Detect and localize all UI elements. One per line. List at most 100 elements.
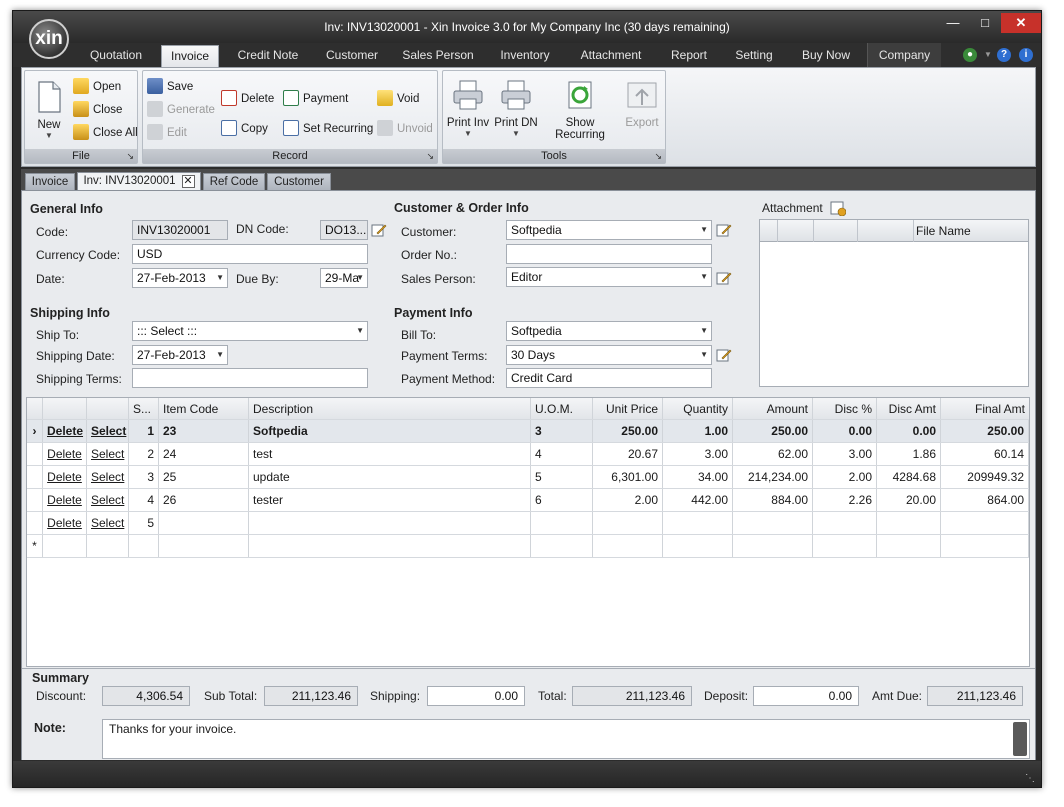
cell-disc-amt[interactable] xyxy=(877,535,941,557)
cell-seq[interactable]: 2 xyxy=(129,443,159,465)
table-row[interactable]: Delete Select 4 26 tester 6 2.00 442.00 884.00 2.… xyxy=(27,489,1029,512)
select-item-link[interactable]: Select xyxy=(87,466,129,488)
generate-button[interactable]: Generate xyxy=(147,100,215,120)
grid-header-quantity[interactable]: Quantity xyxy=(663,398,733,419)
tab-credit-note[interactable]: Credit Note xyxy=(227,43,309,67)
cell-quantity[interactable]: 3.00 xyxy=(663,443,733,465)
total-field[interactable]: 211,123.46 xyxy=(572,686,692,706)
globe-icon[interactable]: ● xyxy=(963,48,977,62)
save-button[interactable]: Save xyxy=(147,77,193,97)
delete-row-link-text[interactable]: Delete xyxy=(47,516,82,530)
select-item-link[interactable]: Select xyxy=(87,420,129,442)
cell-uom[interactable]: 4 xyxy=(531,443,593,465)
resize-grip-icon[interactable]: ⋱ xyxy=(1025,773,1035,784)
tab-inventory[interactable]: Inventory xyxy=(487,43,563,67)
delete-row-link[interactable]: Delete xyxy=(43,466,87,488)
cell-amount[interactable]: 62.00 xyxy=(733,443,813,465)
cell-seq[interactable] xyxy=(129,535,159,557)
cell-quantity[interactable]: 34.00 xyxy=(663,466,733,488)
add-attachment-icon[interactable] xyxy=(830,200,846,216)
doctab-customer[interactable]: Customer xyxy=(267,173,331,190)
note-scrollbar[interactable] xyxy=(1013,722,1027,756)
discount-field[interactable]: 4,306.54 xyxy=(102,686,190,706)
grid-header-disc-pct[interactable]: Disc % xyxy=(813,398,877,419)
doctab-inv-current[interactable]: Inv: INV13020001 ✕ xyxy=(77,172,201,190)
cell-uom[interactable] xyxy=(531,535,593,557)
cell-disc-amt[interactable] xyxy=(877,512,941,534)
set-recurring-button[interactable]: Set Recurring xyxy=(283,119,373,139)
table-row[interactable]: Delete Select 2 24 test 4 20.67 3.00 62.00 3.00 1.… xyxy=(27,443,1029,466)
dn-code-field[interactable]: DO13... xyxy=(320,220,368,240)
delete-row-link-text[interactable]: Delete xyxy=(47,470,82,484)
cell-item-code[interactable]: 25 xyxy=(159,466,249,488)
tab-buy-now[interactable]: Buy Now xyxy=(791,43,861,67)
unvoid-button[interactable]: Unvoid xyxy=(377,119,433,139)
cell-unit-price[interactable]: 6,301.00 xyxy=(593,466,663,488)
cell-description[interactable]: test xyxy=(249,443,531,465)
cell-item-code[interactable] xyxy=(159,535,249,557)
cell-disc-pct[interactable]: 2.00 xyxy=(813,466,877,488)
currency-code-field[interactable]: USD xyxy=(132,244,368,264)
edit-pencil-icon[interactable] xyxy=(716,347,732,363)
tab-report[interactable]: Report xyxy=(659,43,719,67)
grid-header-description[interactable]: Description xyxy=(249,398,531,419)
cell-description[interactable]: tester xyxy=(249,489,531,511)
attachment-file-name-header[interactable]: File Name xyxy=(916,224,971,238)
new-row[interactable]: * xyxy=(27,535,1029,558)
cell-amount[interactable] xyxy=(733,535,813,557)
cell-description[interactable] xyxy=(249,512,531,534)
amt-due-field[interactable]: 211,123.46 xyxy=(927,686,1023,706)
grid-header-seq[interactable]: S... xyxy=(129,398,159,419)
select-item-link[interactable]: Select xyxy=(87,489,129,511)
payment-terms-select[interactable]: 30 Days ▼ xyxy=(506,345,712,365)
cell-amount[interactable]: 250.00 xyxy=(733,420,813,442)
delete-row-link[interactable]: Delete xyxy=(43,489,87,511)
cell-quantity[interactable] xyxy=(663,512,733,534)
select-item-link-text[interactable]: Select xyxy=(91,493,124,507)
delete-row-link[interactable]: Delete xyxy=(43,443,87,465)
grid-header-disc-amt[interactable]: Disc Amt xyxy=(877,398,941,419)
cell-disc-amt[interactable]: 1.86 xyxy=(877,443,941,465)
show-recurring-button[interactable]: Show Recurring xyxy=(541,77,619,141)
sales-person-select[interactable]: Editor ▼ xyxy=(506,267,712,287)
payment-method-field[interactable]: Credit Card xyxy=(506,368,712,388)
delete-row-link[interactable]: Delete xyxy=(43,420,87,442)
select-item-link-text[interactable]: Select xyxy=(91,447,124,461)
delete-button[interactable]: Delete xyxy=(221,89,274,109)
order-no-field[interactable] xyxy=(506,244,712,264)
maximize-button[interactable]: □ xyxy=(969,13,1001,33)
grid-header-item-code[interactable]: Item Code xyxy=(159,398,249,419)
tab-attachment[interactable]: Attachment xyxy=(569,43,653,67)
cell-disc-pct[interactable] xyxy=(813,535,877,557)
select-item-link[interactable] xyxy=(87,535,129,557)
delete-row-link-text[interactable]: Delete xyxy=(47,447,82,461)
cell-seq[interactable]: 1 xyxy=(129,420,159,442)
tab-customer[interactable]: Customer xyxy=(313,43,391,67)
cell-final-amt[interactable]: 209949.32 xyxy=(941,466,1029,488)
cell-seq[interactable]: 5 xyxy=(129,512,159,534)
cell-uom[interactable]: 6 xyxy=(531,489,593,511)
close-button[interactable]: Close xyxy=(73,100,122,120)
edit-button[interactable]: Edit xyxy=(147,123,187,143)
cell-item-code[interactable]: 23 xyxy=(159,420,249,442)
dialog-launcher-icon[interactable]: ↘ xyxy=(654,151,662,162)
cell-description[interactable]: Softpedia xyxy=(249,420,531,442)
cell-quantity[interactable] xyxy=(663,535,733,557)
app-logo[interactable]: xin xyxy=(29,19,69,59)
cell-final-amt[interactable] xyxy=(941,535,1029,557)
grid-header-amount[interactable]: Amount xyxy=(733,398,813,419)
date-picker[interactable]: 27-Feb-2013 ▼ xyxy=(132,268,228,288)
select-item-link-text[interactable]: Select xyxy=(91,470,124,484)
cell-item-code[interactable]: 26 xyxy=(159,489,249,511)
cell-uom[interactable]: 3 xyxy=(531,420,593,442)
tab-sales-person[interactable]: Sales Person xyxy=(395,43,481,67)
code-field[interactable]: INV13020001 xyxy=(132,220,228,240)
cell-disc-pct[interactable]: 3.00 xyxy=(813,443,877,465)
cell-uom[interactable] xyxy=(531,512,593,534)
table-row[interactable]: Delete Select 5 xyxy=(27,512,1029,535)
tab-invoice[interactable]: Invoice xyxy=(161,45,219,67)
select-item-link[interactable]: Select xyxy=(87,512,129,534)
print-dn-button[interactable]: Print DN ▼ xyxy=(493,77,539,138)
cell-unit-price[interactable]: 250.00 xyxy=(593,420,663,442)
bill-to-select[interactable]: Softpedia ▼ xyxy=(506,321,712,341)
